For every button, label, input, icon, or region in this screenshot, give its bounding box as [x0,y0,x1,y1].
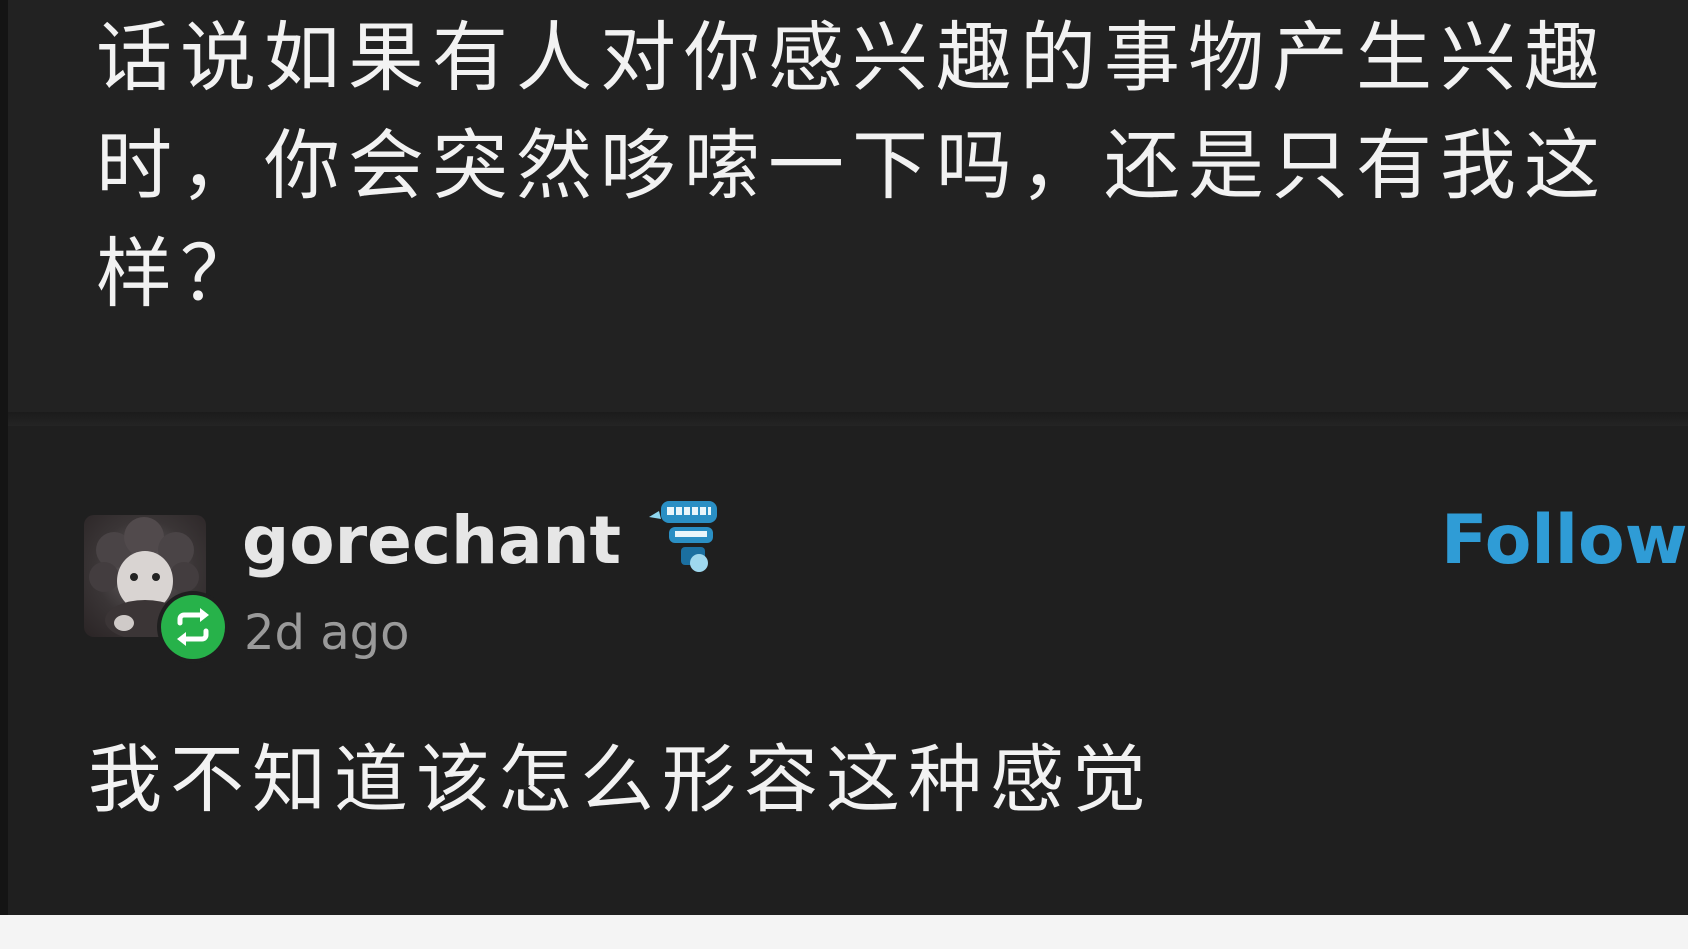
post-divider [8,412,1688,426]
left-edge-strip [0,0,8,915]
reblog-comment-text: 我不知道该怎么形容这种感觉 [88,737,1154,823]
follow-button[interactable]: Follow [1441,496,1688,586]
bottom-edge-bar [0,915,1688,949]
tumblr-post-view: 话说如果有人对你感兴趣的事物产生兴趣时，你会突然哆嗦一下吗，还是只有我这样？ g… [0,0,1688,949]
post-timestamp: 2d ago [244,605,410,661]
username-link[interactable]: gorechant [242,496,621,586]
reblog-icon [177,608,209,646]
post-body-text: 话说如果有人对你感兴趣的事物产生兴趣时，你会突然哆嗦一下吗，还是只有我这样？ [96,13,1608,318]
chattering-teeth-icon [645,495,727,575]
reblog-badge [157,591,229,663]
original-post: 话说如果有人对你感兴趣的事物产生兴趣时，你会突然哆嗦一下吗，还是只有我这样？ [8,0,1688,418]
